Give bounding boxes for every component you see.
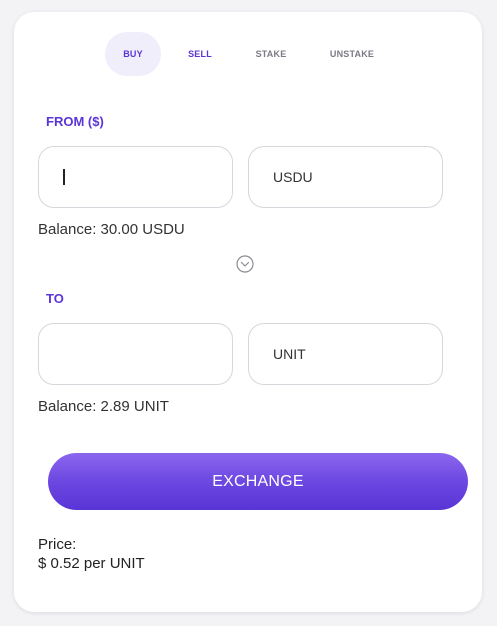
text-caret [63,169,65,185]
from-label: FROM ($) [46,114,104,129]
to-token-select[interactable]: UNIT [248,323,443,385]
tab-buy[interactable]: BUY [105,32,161,76]
exchange-card: BUY SELL STAKE UNSTAKE FROM ($) USDU Bal… [14,12,482,612]
tab-unstake[interactable]: UNSTAKE [303,32,401,76]
from-amount-input[interactable] [38,146,233,208]
to-token-label: UNIT [273,346,306,362]
price-label: Price: [38,536,77,553]
from-balance: Balance: 30.00 USDU [38,221,185,238]
tab-stake[interactable]: STAKE [239,32,303,76]
to-amount-input[interactable] [38,323,233,385]
price-info: Price: $ 0.52 per UNIT [38,535,145,573]
to-label: TO [46,291,64,306]
to-balance: Balance: 2.89 UNIT [38,398,169,415]
from-token-label: USDU [273,169,313,185]
from-token-select[interactable]: USDU [248,146,443,208]
tab-sell[interactable]: SELL [161,32,239,76]
tab-bar: BUY SELL STAKE UNSTAKE [105,32,401,76]
price-value: $ 0.52 per UNIT [38,555,145,572]
chevron-down-circle-icon[interactable] [236,255,254,273]
exchange-button[interactable]: EXCHANGE [48,453,468,510]
